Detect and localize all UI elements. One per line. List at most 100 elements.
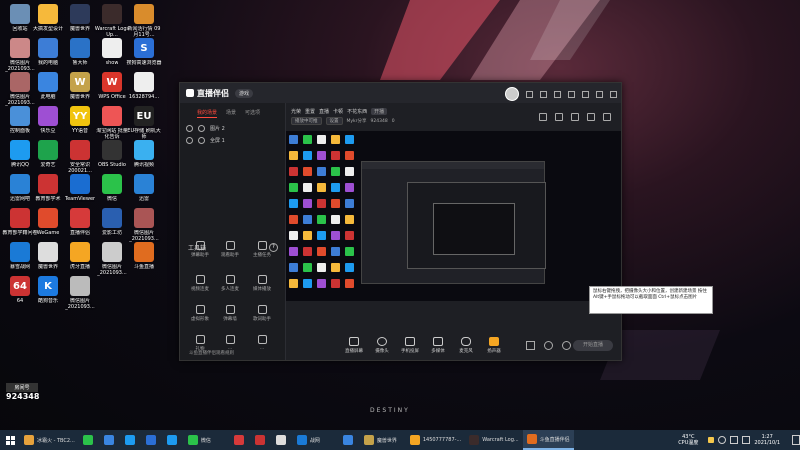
layout-icon[interactable]	[571, 113, 579, 121]
lock-icon[interactable]	[198, 124, 205, 132]
gear-icon[interactable]	[562, 341, 571, 350]
desktop-icon[interactable]: TeamViewer	[62, 174, 98, 202]
title-bar[interactable]: 直播伴侣 游戏	[180, 83, 621, 103]
eye-icon[interactable]	[186, 124, 193, 132]
start-live-button[interactable]: 开始直播	[573, 340, 613, 351]
desktop-icon[interactable]: EU EU存储 刷机大师	[126, 106, 162, 140]
desktop-icon[interactable]: 16328794...	[126, 72, 162, 100]
rules-link[interactable]: 斗鱼直播伴侣观看规则	[189, 350, 234, 356]
tab-my-scenes[interactable]: 我的场景	[197, 109, 218, 118]
taskbar-item[interactable]	[121, 430, 142, 450]
desktop-icon[interactable]: W WPS Office	[94, 72, 130, 100]
maximize-icon[interactable]	[596, 90, 603, 98]
taskbar-item[interactable]	[142, 430, 163, 450]
taskbar-item[interactable]	[230, 430, 251, 450]
desktop-icon[interactable]: 爱影工坊	[94, 208, 130, 236]
microphone-button[interactable]: 麦克风	[454, 337, 478, 354]
desktop-icon[interactable]: 教育部学术	[30, 174, 66, 202]
eye-icon[interactable]	[186, 136, 193, 144]
scene-item[interactable]: 图片 2	[180, 122, 285, 134]
desktop-icon[interactable]: 我的电脑	[30, 38, 66, 66]
taskbar-item[interactable]: Warcraft Log...	[465, 430, 522, 450]
taskbar-item[interactable]	[272, 430, 293, 450]
start-button[interactable]	[0, 430, 20, 450]
desktop-icon[interactable]: K 酷狗音乐	[30, 276, 66, 304]
taskbar-item[interactable]: 斗鱼直播伴侣	[522, 430, 574, 450]
desktop-icon[interactable]: 腾讯视频	[126, 140, 162, 168]
desktop-icon[interactable]: 安全常识 200021...	[62, 140, 98, 174]
taskbar-item[interactable]	[251, 430, 272, 450]
taskbar-item[interactable]	[100, 430, 121, 450]
taskbar-item[interactable]	[163, 430, 184, 450]
settings-icon[interactable]	[587, 113, 595, 121]
desktop-icon[interactable]: 斗鱼直播	[126, 242, 162, 270]
tool-item[interactable]: 视频连麦	[188, 275, 212, 292]
eye-icon[interactable]	[544, 341, 553, 350]
desktop-icon[interactable]: S 搜狗高速浏览器	[126, 38, 162, 66]
tab-scenes[interactable]: 场景	[226, 109, 236, 118]
scene-item[interactable]: 全屏 1	[180, 134, 285, 146]
tool-item[interactable]: 主播任务	[250, 241, 274, 258]
taskbar-item[interactable]	[339, 430, 360, 450]
mode-pill[interactable]: 游戏	[235, 88, 254, 98]
network-icon[interactable]	[718, 436, 727, 444]
stream-preview[interactable]	[286, 131, 621, 301]
tool-item[interactable]: 多人连麦	[218, 275, 242, 292]
desktop-icon[interactable]: 微信	[94, 174, 130, 202]
taskbar-item[interactable]	[79, 430, 100, 450]
desktop-icon[interactable]: 魔兽世界	[30, 242, 66, 270]
notifications-icon[interactable]	[792, 435, 800, 445]
desktop-icon[interactable]: 微信图片_2021093...	[62, 276, 98, 310]
desktop-icon[interactable]: 鲁大师	[62, 38, 98, 66]
tool-item[interactable]: 歌词助手	[250, 305, 274, 322]
volume-icon[interactable]	[730, 436, 739, 444]
folder-icon[interactable]	[708, 437, 715, 443]
taskbar-item[interactable]: 魔兽世界	[360, 430, 406, 450]
menu-icon[interactable]	[568, 90, 575, 98]
tool-item[interactable]: 观看助手	[218, 241, 242, 258]
desktop-icon[interactable]: show	[94, 38, 130, 66]
share-label[interactable]: Mykr分享	[347, 118, 367, 124]
tool-item[interactable]: …	[250, 335, 274, 351]
mic-icon[interactable]	[555, 113, 563, 121]
desktop-icon[interactable]: OBS Studio	[94, 140, 130, 168]
lock-icon[interactable]	[198, 136, 205, 144]
settings-icon[interactable]	[526, 90, 533, 98]
tool-item[interactable]: 虚拟形象	[188, 305, 212, 322]
desktop-icon[interactable]: 微信图片_2021093...	[126, 208, 162, 242]
desktop-icon[interactable]: 淘宝网站 批量化告诉	[94, 106, 130, 140]
tool-item[interactable]: 弹幕墙	[218, 305, 242, 322]
phone-cast-button[interactable]: 手机投屏	[398, 337, 422, 354]
settings-button[interactable]: 设置	[325, 117, 343, 125]
clock[interactable]: 1:27 2021/10/1	[754, 434, 780, 446]
desktop-icon[interactable]: 大搞发型设计	[30, 4, 66, 32]
desktop-icon[interactable]: 虎牙直播	[62, 242, 98, 270]
tool-item[interactable]: …	[218, 335, 242, 351]
tool-item[interactable]: 弹幕助手	[188, 241, 212, 258]
multimedia-button[interactable]: 多媒体	[426, 337, 450, 354]
tab-options[interactable]: 可选项	[245, 109, 260, 118]
desktop-icon[interactable]: 微信图片_2021093...	[94, 242, 130, 276]
record-icon[interactable]	[526, 341, 535, 350]
desktop-icon[interactable]: Warcraft Logs Up...	[94, 4, 130, 38]
tool-item[interactable]: 媒体播放	[250, 275, 274, 292]
input-icon[interactable]	[742, 436, 751, 444]
taskbar-item[interactable]: 战网	[293, 430, 339, 450]
avatar[interactable]	[505, 87, 519, 101]
taskbar-item[interactable]: 微信	[184, 430, 230, 450]
camera-button[interactable]: 摄像头	[370, 337, 394, 354]
status-button[interactable]: 播放中可推	[291, 117, 322, 125]
skin-icon[interactable]	[540, 90, 547, 98]
desktop-icon[interactable]: W 魔兽世界	[62, 72, 98, 100]
taskbar-item[interactable]: 1450777787-...	[406, 430, 465, 450]
edit-icon[interactable]	[539, 113, 547, 121]
desktop-icon[interactable]: 快乐豆	[30, 106, 66, 134]
desktop-icon[interactable]: 直播伴侣	[62, 208, 98, 236]
speaker-button[interactable]: 扬声器	[482, 337, 506, 354]
message-icon[interactable]	[554, 90, 561, 98]
desktop-icon[interactable]: YY YY语音	[62, 106, 98, 134]
desktop-icon[interactable]: 魔兽世界	[62, 4, 98, 32]
desktop-icon[interactable]: 新闻活行情 09月11号...	[126, 4, 162, 38]
desktop-icon[interactable]: 此电脑	[30, 72, 66, 100]
live-badge[interactable]: 开播	[371, 108, 388, 115]
